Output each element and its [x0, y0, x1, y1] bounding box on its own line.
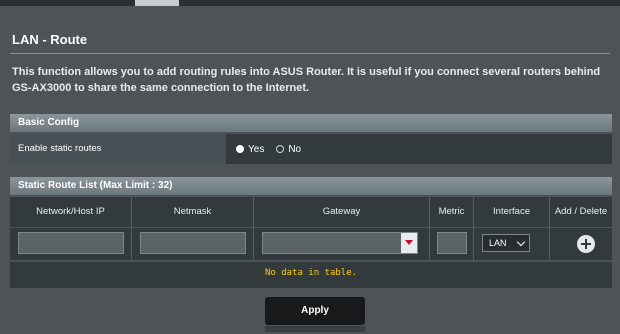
chevron-down-icon[interactable]: [516, 237, 526, 247]
yes-radio[interactable]: [236, 145, 244, 153]
network-ip-cell: [10, 228, 132, 260]
column-header-network-ip: Network/Host IP: [10, 197, 132, 227]
netmask-cell: [132, 228, 254, 260]
column-header-interface: Interface: [474, 197, 550, 227]
active-tab-indicator[interactable]: [135, 0, 179, 6]
gateway-dropdown-icon[interactable]: [401, 233, 417, 253]
apply-button[interactable]: Apply: [265, 297, 365, 325]
yes-radio-label[interactable]: Yes: [248, 144, 264, 155]
column-header-gateway: Gateway: [254, 197, 430, 227]
title-divider: [10, 53, 610, 54]
enable-static-routes-row: Enable static routes Yes No: [10, 134, 612, 164]
add-delete-cell: [550, 228, 612, 260]
enable-static-routes-options: Yes No: [236, 134, 301, 164]
apply-button-shadow: [265, 326, 365, 332]
route-input-row: LAN: [10, 228, 612, 260]
gateway-input[interactable]: [262, 232, 418, 254]
column-header-netmask: Netmask: [132, 197, 254, 227]
column-header-metric: Metric: [430, 197, 474, 227]
top-tab-strip: [0, 0, 620, 6]
enable-static-routes-label: Enable static routes: [10, 134, 226, 164]
add-route-plus-circle-icon[interactable]: [577, 235, 595, 253]
network-ip-input[interactable]: [18, 232, 124, 254]
page-description: This function allows you to add routing …: [12, 66, 601, 94]
no-radio-label[interactable]: No: [288, 144, 301, 155]
interface-cell: LAN: [474, 228, 550, 260]
netmask-input[interactable]: [140, 232, 246, 254]
interface-select-value[interactable]: LAN: [489, 238, 507, 248]
static-route-list-header: Static Route List (Max Limit : 32): [10, 177, 612, 195]
page-title: LAN - Route: [12, 32, 88, 47]
gateway-cell: [254, 228, 430, 260]
basic-config-header: Basic Config: [10, 114, 612, 132]
metric-cell: [430, 228, 474, 260]
interface-select[interactable]: LAN: [482, 234, 530, 252]
metric-input[interactable]: [437, 232, 467, 254]
route-table-header: Network/Host IP Netmask Gateway Metric I…: [10, 197, 612, 227]
empty-table-message: No data in table.: [10, 262, 612, 288]
column-header-add-delete: Add / Delete: [554, 206, 608, 217]
no-radio[interactable]: [276, 145, 285, 153]
